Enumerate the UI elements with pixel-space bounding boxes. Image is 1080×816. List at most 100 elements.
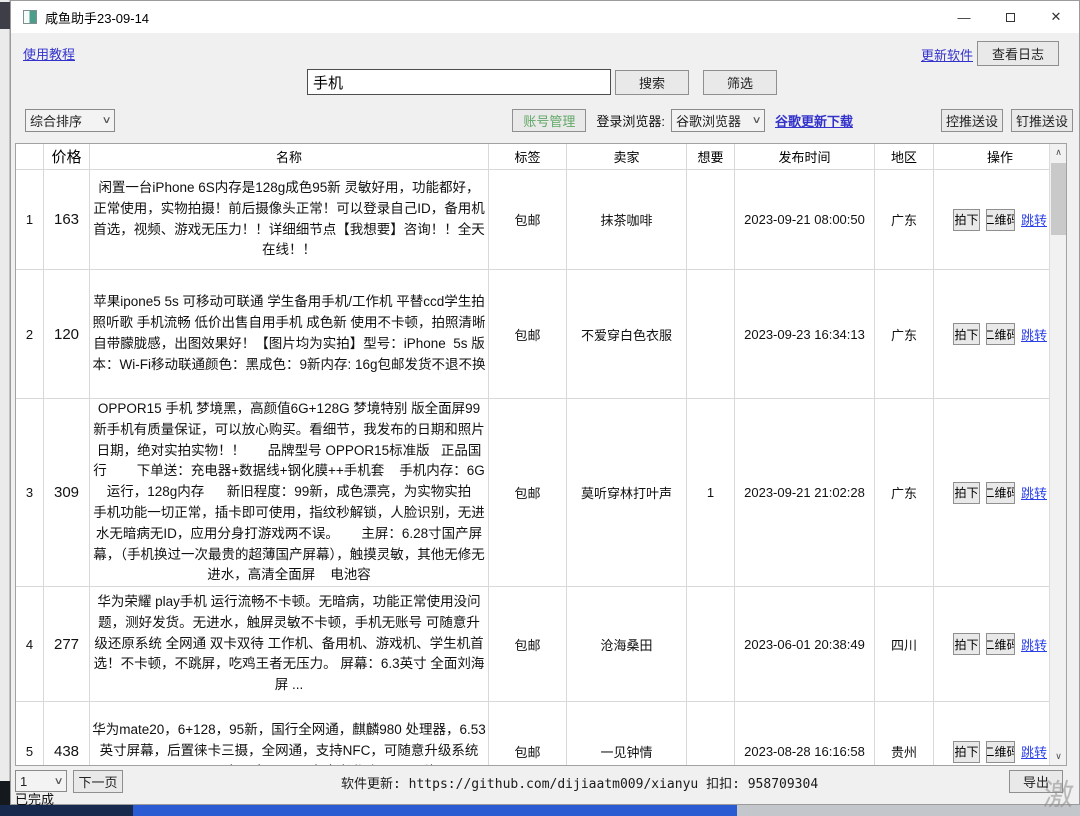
buy-button[interactable]: 拍下 <box>953 209 980 231</box>
want-count-cell: 1 <box>687 399 735 586</box>
sort-select-value: 综合排序 <box>30 111 82 130</box>
view-log-button[interactable]: 查看日志 <box>977 41 1059 66</box>
price-cell: 120 <box>44 270 90 398</box>
column-header <box>16 144 44 169</box>
minimize-icon[interactable]: — <box>941 1 987 33</box>
window-controls: — ✕ <box>941 1 1079 33</box>
chevron-down-icon: ∨ <box>53 776 63 787</box>
name-cell: 华为mate20，6+128，95新，国行全网通，麒麟980 处理器，6.53英… <box>90 702 489 765</box>
region-cell: 广东 <box>875 270 934 398</box>
name-cell: OPPOR15 手机 梦境黑，高颜值6G+128G 梦境特别 版全面屏99新手机… <box>90 399 489 586</box>
column-header: 发布时间 <box>735 144 875 169</box>
status-text: 已完成 <box>15 789 54 808</box>
column-header: 操作 <box>934 144 1066 169</box>
qr-code-button[interactable]: 二维码 <box>986 482 1015 504</box>
jump-link[interactable]: 跳转 <box>1021 325 1047 344</box>
region-cell: 广东 <box>875 399 934 586</box>
app-window: 咸鱼助手23-09-14 — ✕ 使用教程 更新软件 查看日志 搜索 筛选 综合… <box>10 0 1080 805</box>
column-header: 地区 <box>875 144 934 169</box>
tag-cell: 包邮 <box>489 170 567 269</box>
qr-code-button[interactable]: 二维码 <box>986 323 1015 345</box>
buy-button[interactable]: 拍下 <box>953 633 980 655</box>
price-cell: 163 <box>44 170 90 269</box>
filter-button[interactable]: 筛选 <box>703 70 777 95</box>
app-icon <box>23 10 37 24</box>
footer-info-text: 软件更新: https://github.com/dijiaatm009/xia… <box>341 773 801 792</box>
actions-cell: 拍下二维码跳转 <box>934 270 1066 398</box>
actions-cell: 拍下二维码跳转 <box>934 399 1066 586</box>
table-row: 5438华为mate20，6+128，95新，国行全网通，麒麟980 处理器，6… <box>16 702 1066 765</box>
want-count-cell <box>687 270 735 398</box>
jump-link[interactable]: 跳转 <box>1021 210 1047 229</box>
close-icon[interactable]: ✕ <box>1033 1 1079 33</box>
seller-cell: 抹茶咖啡 <box>567 170 687 269</box>
table-row: 4277华为荣耀 play手机 运行流畅不卡顿。无暗病，功能正常使用没问题，测好… <box>16 587 1066 702</box>
actions-cell: 拍下二维码跳转 <box>934 170 1066 269</box>
want-count-cell <box>687 170 735 269</box>
want-count-cell <box>687 587 735 701</box>
tag-cell: 包邮 <box>489 270 567 398</box>
push-setting-button-1[interactable]: 控推送设 <box>941 109 1003 132</box>
browser-select-value: 谷歌浏览器 <box>676 111 741 130</box>
name-cell: 苹果ipone5 5s 可移动可联通 学生备用手机/工作机 平替ccd学生拍照听… <box>90 270 489 398</box>
publish-time-cell: 2023-09-23 16:34:13 <box>735 270 875 398</box>
window-title: 咸鱼助手23-09-14 <box>45 8 149 27</box>
chevron-down-icon: ∨ <box>101 115 111 126</box>
table-body: 1163闲置一台iPhone 6S内存是128g成色95新 灵敏好用，功能都好，… <box>16 170 1066 765</box>
row-index: 5 <box>16 702 44 765</box>
account-manage-button[interactable]: 账号管理 <box>512 109 586 132</box>
next-page-button[interactable]: 下一页 <box>73 770 123 793</box>
chevron-down-icon: ∨ <box>751 115 761 126</box>
column-header: 想要 <box>687 144 735 169</box>
region-cell: 四川 <box>875 587 934 701</box>
vertical-scrollbar[interactable]: ∧ ∨ <box>1049 144 1066 765</box>
column-header: 卖家 <box>567 144 687 169</box>
buy-button[interactable]: 拍下 <box>953 323 980 345</box>
background-dark-corner <box>0 781 10 805</box>
sort-select[interactable]: 综合排序 ∨ <box>25 109 115 132</box>
column-header: 价格 <box>44 144 90 169</box>
title-bar: 咸鱼助手23-09-14 — ✕ <box>11 1 1079 33</box>
chrome-update-download-link[interactable]: 谷歌更新下载 <box>775 111 853 130</box>
buy-button[interactable]: 拍下 <box>953 741 980 763</box>
jump-link[interactable]: 跳转 <box>1021 742 1047 761</box>
publish-time-cell: 2023-09-21 21:02:28 <box>735 399 875 586</box>
tag-cell: 包邮 <box>489 587 567 701</box>
dingtalk-push-setting-button[interactable]: 钉推送设 <box>1011 109 1073 132</box>
row-index: 2 <box>16 270 44 398</box>
browser-select[interactable]: 谷歌浏览器 ∨ <box>671 109 765 132</box>
qr-code-button[interactable]: 二维码 <box>986 633 1015 655</box>
seller-cell: 不爱穿白色衣服 <box>567 270 687 398</box>
price-cell: 277 <box>44 587 90 701</box>
jump-link[interactable]: 跳转 <box>1021 635 1047 654</box>
toolbar: 综合排序 ∨ 账号管理 登录浏览器: 谷歌浏览器 ∨ 谷歌更新下载 控推送设 钉… <box>11 107 1079 133</box>
row-index: 1 <box>16 170 44 269</box>
taskbar-strip <box>0 805 1080 816</box>
scroll-up-icon[interactable]: ∧ <box>1050 144 1067 161</box>
scroll-down-icon[interactable]: ∨ <box>1050 748 1067 765</box>
buy-button[interactable]: 拍下 <box>953 482 980 504</box>
row-index: 4 <box>16 587 44 701</box>
search-input[interactable] <box>307 69 611 95</box>
background-window-sliver <box>0 0 10 805</box>
name-cell: 闲置一台iPhone 6S内存是128g成色95新 灵敏好用，功能都好，正常使用… <box>90 170 489 269</box>
price-cell: 309 <box>44 399 90 586</box>
qr-code-button[interactable]: 二维码 <box>986 741 1015 763</box>
scrollbar-thumb[interactable] <box>1051 163 1066 235</box>
results-table: 价格名称标签卖家想要发布时间地区操作 1163闲置一台iPhone 6S内存是1… <box>15 143 1067 766</box>
column-header: 标签 <box>489 144 567 169</box>
table-row: 2120苹果ipone5 5s 可移动可联通 学生备用手机/工作机 平替ccd学… <box>16 270 1066 399</box>
search-button[interactable]: 搜索 <box>615 70 689 95</box>
screen: 咸鱼助手23-09-14 — ✕ 使用教程 更新软件 查看日志 搜索 筛选 综合… <box>0 0 1080 816</box>
seller-cell: 沧海桑田 <box>567 587 687 701</box>
maximize-icon[interactable] <box>987 1 1033 33</box>
name-cell: 华为荣耀 play手机 运行流畅不卡顿。无暗病，功能正常使用没问题，测好发货。无… <box>90 587 489 701</box>
publish-time-cell: 2023-09-21 08:00:50 <box>735 170 875 269</box>
tutorial-link[interactable]: 使用教程 <box>23 44 75 63</box>
update-software-link[interactable]: 更新软件 <box>921 45 973 64</box>
taskbar-blue-segment <box>133 805 737 816</box>
jump-link[interactable]: 跳转 <box>1021 483 1047 502</box>
activation-watermark: 激 <box>1042 770 1077 814</box>
tag-cell: 包邮 <box>489 399 567 586</box>
qr-code-button[interactable]: 二维码 <box>986 209 1015 231</box>
